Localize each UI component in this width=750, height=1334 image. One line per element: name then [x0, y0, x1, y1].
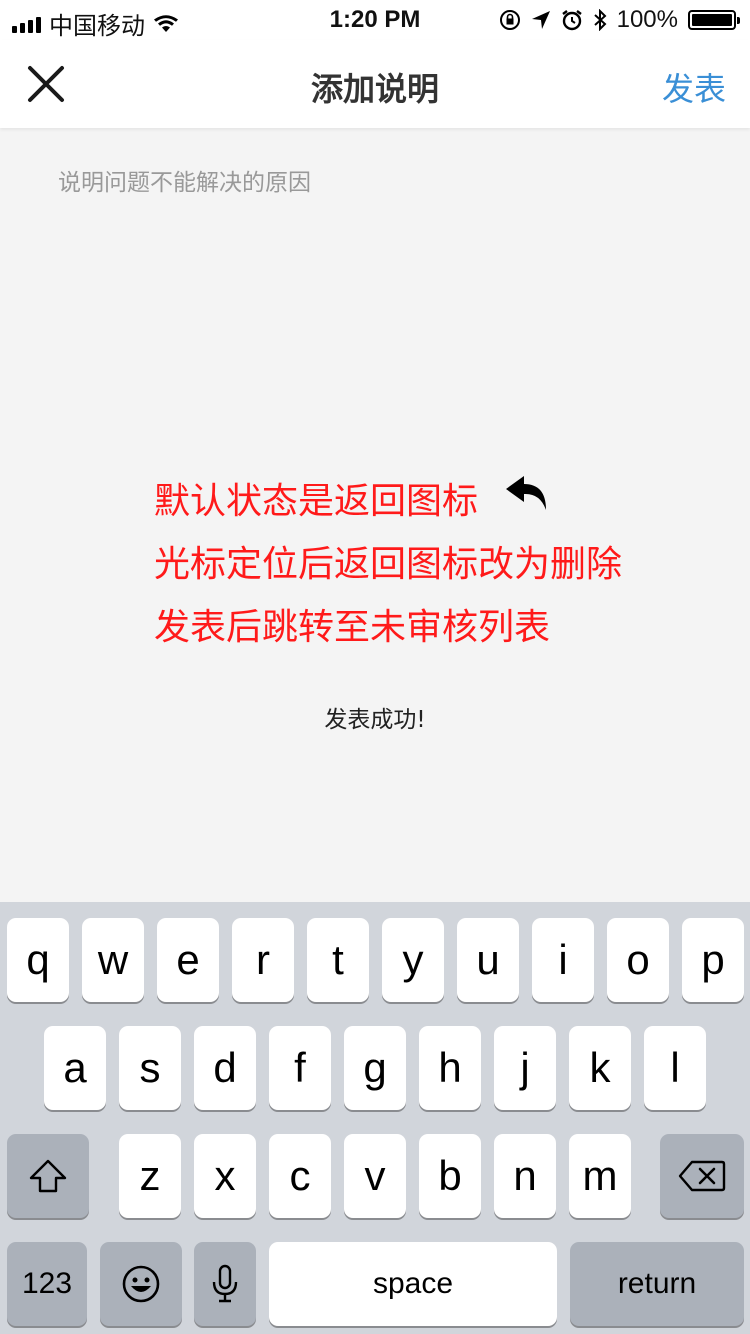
key-p[interactable]: p [682, 918, 744, 1002]
key-l[interactable]: l [644, 1026, 706, 1110]
key-h[interactable]: h [419, 1026, 481, 1110]
numbers-key[interactable]: 123 [7, 1242, 87, 1326]
key-b[interactable]: b [419, 1134, 481, 1218]
key-k[interactable]: k [569, 1026, 631, 1110]
key-c[interactable]: c [269, 1134, 331, 1218]
back-arrow-icon [506, 476, 546, 510]
key-z[interactable]: z [119, 1134, 181, 1218]
key-i[interactable]: i [532, 918, 594, 1002]
location-icon [531, 11, 550, 29]
keyboard: q w e r t y u i o p a s d f g h j k l z … [0, 902, 750, 1334]
success-toast: 发表成功! [324, 707, 426, 733]
dictation-key[interactable] [194, 1242, 256, 1326]
bluetooth-icon [593, 9, 607, 31]
annotation-note: 光标定位后返回图标改为删除 [154, 544, 623, 585]
orientation-lock-icon [499, 10, 520, 30]
key-q[interactable]: q [7, 918, 69, 1002]
shift-key[interactable] [7, 1134, 89, 1218]
return-key[interactable]: return [570, 1242, 744, 1326]
status-right: 100% [499, 6, 740, 34]
key-r[interactable]: r [232, 918, 294, 1002]
key-x[interactable]: x [194, 1134, 256, 1218]
key-t[interactable]: t [307, 918, 369, 1002]
space-key[interactable]: space [269, 1242, 557, 1326]
backspace-key[interactable] [660, 1134, 744, 1218]
annotation-note: 发表后跳转至未审核列表 [154, 607, 551, 648]
shift-icon [29, 1159, 67, 1193]
key-w[interactable]: w [82, 918, 144, 1002]
key-y[interactable]: y [382, 918, 444, 1002]
key-o[interactable]: o [607, 918, 669, 1002]
emoji-key[interactable] [100, 1242, 182, 1326]
backspace-icon [678, 1160, 726, 1192]
key-g[interactable]: g [344, 1026, 406, 1110]
key-d[interactable]: d [194, 1026, 256, 1110]
battery-icon [688, 10, 740, 30]
key-u[interactable]: u [457, 918, 519, 1002]
page-title: 添加说明 [310, 70, 439, 108]
microphone-icon [212, 1264, 238, 1303]
publish-button[interactable]: 发表 [662, 64, 726, 110]
key-v[interactable]: v [344, 1134, 406, 1218]
key-a[interactable]: a [44, 1026, 106, 1110]
nav-bar: 添加说明 发表 [0, 40, 750, 128]
annotation-note: 默认状态是返回图标 [154, 481, 479, 522]
emoji-icon [122, 1265, 160, 1303]
key-n[interactable]: n [494, 1134, 556, 1218]
alarm-icon [561, 10, 582, 31]
battery-percent: 100% [616, 6, 678, 33]
key-f[interactable]: f [269, 1026, 331, 1110]
key-j[interactable]: j [494, 1026, 556, 1110]
status-bar: 中国移动 1:20 PM 100% [0, 0, 750, 40]
key-m[interactable]: m [569, 1134, 631, 1218]
key-e[interactable]: e [157, 918, 219, 1002]
reason-input[interactable]: 说明问题不能解决的原因 [58, 163, 698, 463]
key-s[interactable]: s [119, 1026, 181, 1110]
